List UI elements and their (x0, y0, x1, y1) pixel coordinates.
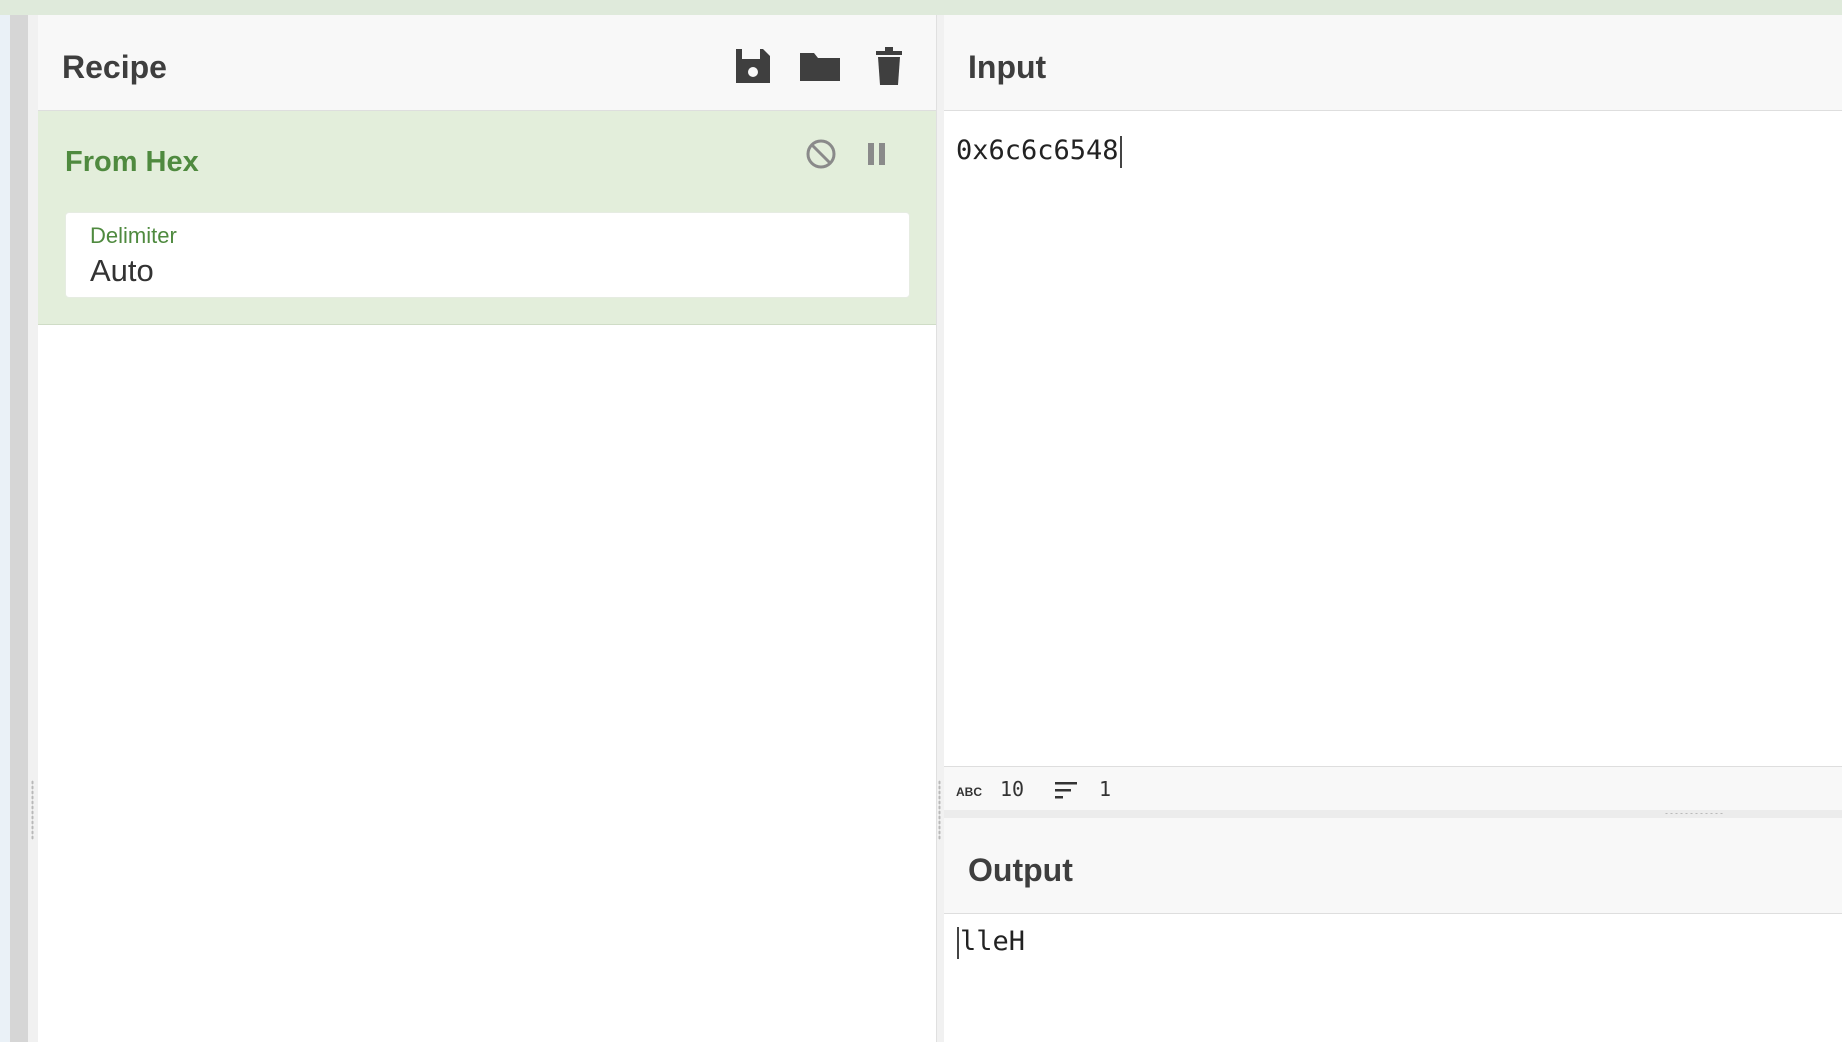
delimiter-field[interactable]: Delimiter (65, 212, 910, 298)
recipe-title: Recipe (62, 49, 167, 85)
input-editor[interactable]: 0x6c6c6548 (956, 135, 1123, 168)
output-caret (957, 926, 959, 959)
output-pane: Output lleH (944, 818, 1842, 1042)
input-header: Input (944, 15, 1842, 111)
lines-icon (1054, 779, 1080, 806)
input-text: 0x6c6c6548 (956, 135, 1119, 166)
operation-title: From Hex (65, 146, 199, 178)
folder-open-icon[interactable] (798, 45, 840, 87)
io-splitter-handle[interactable] (1664, 812, 1724, 815)
input-title: Input (968, 49, 1047, 85)
io-splitter[interactable] (944, 810, 1842, 818)
input-status-bar: ABC 10 1 (944, 766, 1842, 811)
left-resize-gutter[interactable] (28, 15, 38, 1042)
input-length: 10 (1000, 777, 1025, 801)
output-header: Output (944, 818, 1842, 914)
delimiter-input[interactable] (90, 253, 870, 289)
left-resize-handle[interactable] (31, 780, 34, 840)
output-editor[interactable]: lleH (956, 926, 1025, 959)
pause-icon[interactable] (866, 141, 888, 172)
output-text: lleH (960, 926, 1026, 957)
recipe-pane: Recipe From Hex Delimiter Auto (38, 15, 936, 1042)
top-banner-strip (0, 0, 1842, 16)
input-lines: 1 (1099, 777, 1112, 801)
delimiter-label: Delimiter (90, 223, 177, 248)
svg-text:ABC: ABC (956, 785, 982, 799)
recipe-header: Recipe (38, 15, 936, 111)
center-resize-handle[interactable] (938, 780, 941, 840)
left-scrollbar-track[interactable] (10, 15, 28, 1042)
abc-length-icon: ABC (956, 780, 982, 804)
save-icon[interactable] (732, 45, 774, 87)
output-title: Output (968, 852, 1073, 888)
input-caret (1119, 135, 1122, 168)
trash-icon[interactable] (868, 45, 910, 87)
disable-icon[interactable] (805, 138, 837, 175)
input-pane: Input 0x6c6c6548 ABC 10 1 (944, 15, 1842, 811)
